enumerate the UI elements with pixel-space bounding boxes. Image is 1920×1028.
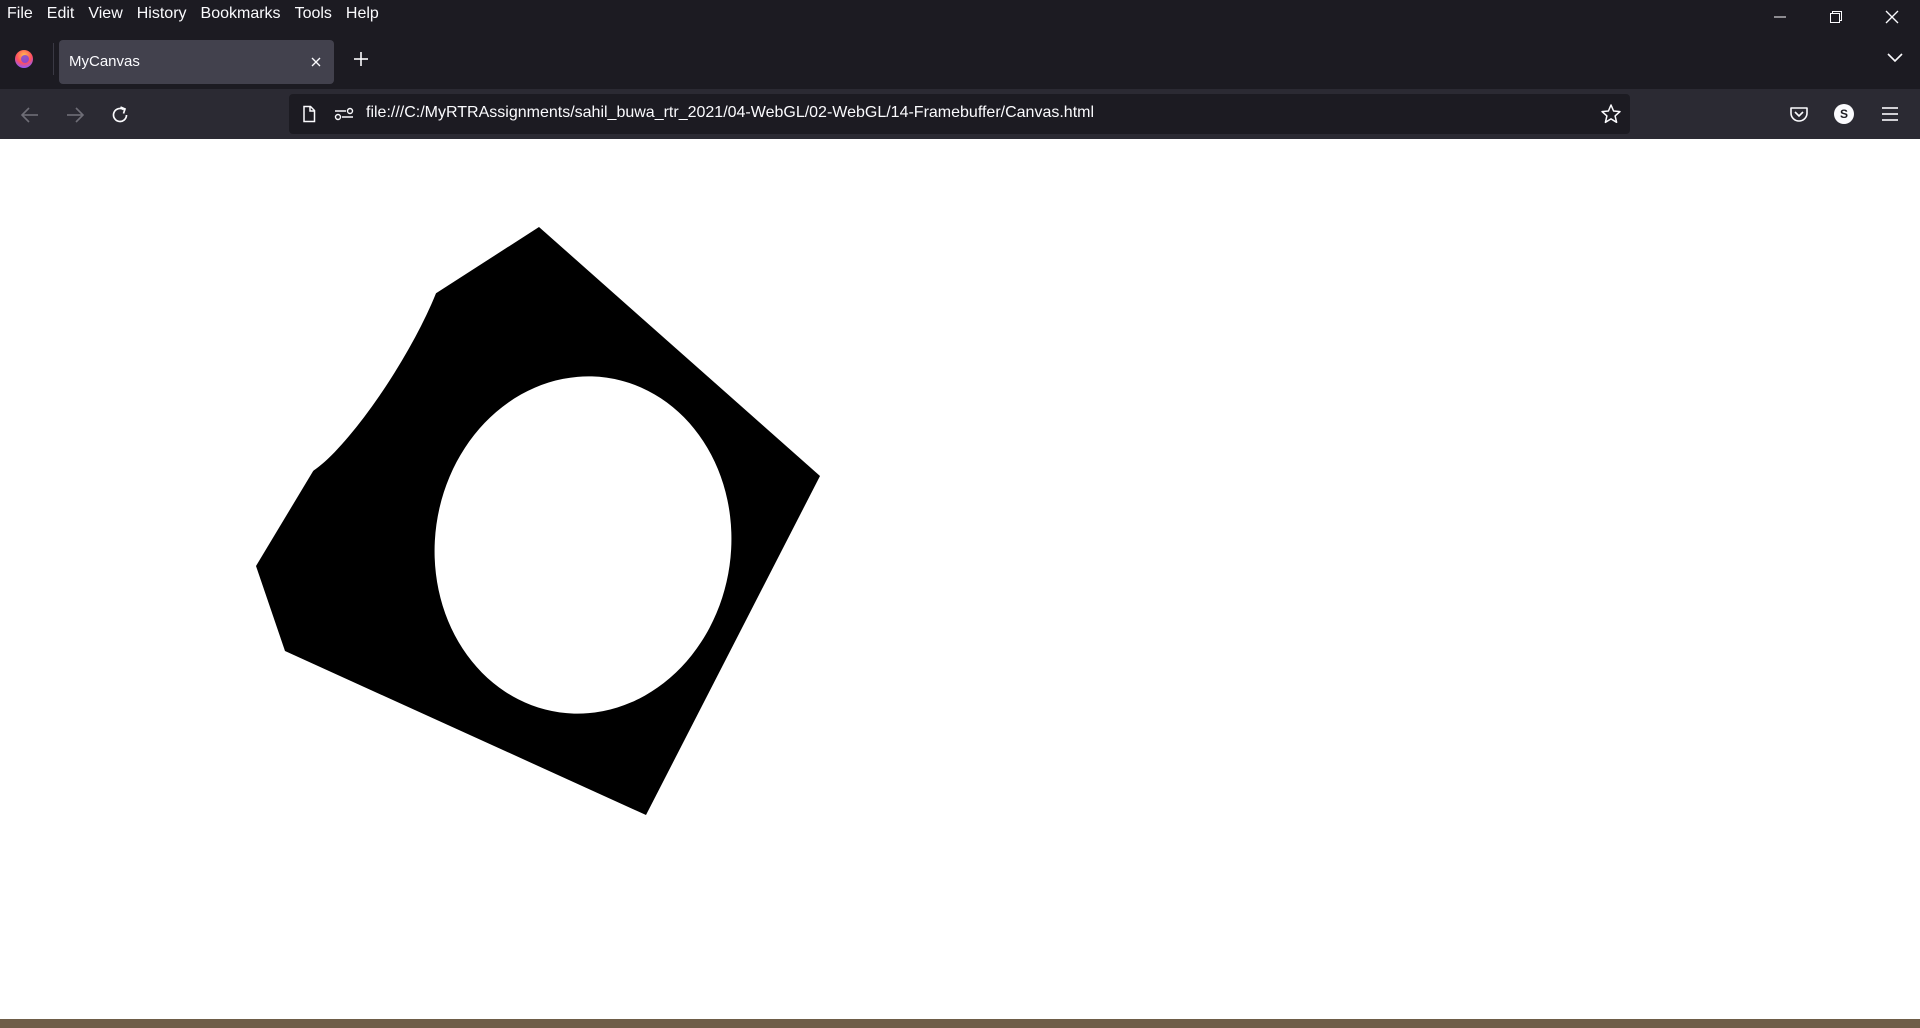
account-avatar[interactable]: S bbox=[1834, 104, 1854, 124]
menu-tools[interactable]: Tools bbox=[288, 2, 339, 26]
menu-file[interactable]: File bbox=[0, 2, 40, 26]
bookmark-star-icon[interactable] bbox=[1600, 103, 1622, 125]
menu-items: File Edit View History Bookmarks Tools H… bbox=[0, 0, 386, 27]
pocket-icon[interactable] bbox=[1788, 103, 1810, 125]
tab-mycanvas[interactable]: MyCanvas bbox=[59, 40, 334, 84]
menu-view[interactable]: View bbox=[81, 2, 129, 26]
page-icon bbox=[303, 105, 316, 123]
hamburger-menu-icon[interactable] bbox=[1879, 103, 1901, 125]
menu-edit[interactable]: Edit bbox=[40, 2, 82, 26]
reload-icon[interactable] bbox=[109, 104, 131, 126]
menu-bar: File Edit View History Bookmarks Tools H… bbox=[0, 0, 1920, 27]
minimize-icon bbox=[1774, 16, 1786, 18]
menu-history[interactable]: History bbox=[130, 2, 194, 26]
permissions-icon[interactable] bbox=[333, 106, 355, 122]
close-tab-icon[interactable] bbox=[308, 54, 324, 70]
taskbar-edge bbox=[0, 1019, 1920, 1028]
tab-title: MyCanvas bbox=[69, 53, 140, 70]
page-content bbox=[0, 139, 1920, 1019]
url-text[interactable]: file:///C:/MyRTRAssignments/sahil_buwa_r… bbox=[366, 104, 1094, 122]
forward-arrow-icon[interactable] bbox=[64, 104, 86, 126]
menu-bookmarks[interactable]: Bookmarks bbox=[194, 2, 288, 26]
firefox-logo-icon[interactable] bbox=[14, 49, 34, 69]
new-tab-plus-icon[interactable] bbox=[352, 50, 370, 68]
url-bar[interactable]: file:///C:/MyRTRAssignments/sahil_buwa_r… bbox=[289, 94, 1630, 134]
menu-help[interactable]: Help bbox=[339, 2, 386, 26]
webgl-canvas[interactable] bbox=[0, 139, 1920, 1019]
list-all-tabs-chevron-down-icon[interactable] bbox=[1886, 52, 1904, 64]
tab-separator bbox=[53, 43, 54, 75]
browser-window: File Edit View History Bookmarks Tools H… bbox=[0, 0, 1920, 1028]
restore-icon bbox=[1830, 11, 1842, 23]
close-icon bbox=[1885, 10, 1899, 24]
tab-strip: MyCanvas bbox=[0, 27, 1920, 89]
nav-bar: file:///C:/MyRTRAssignments/sahil_buwa_r… bbox=[0, 89, 1920, 139]
back-arrow-icon[interactable] bbox=[19, 104, 41, 126]
